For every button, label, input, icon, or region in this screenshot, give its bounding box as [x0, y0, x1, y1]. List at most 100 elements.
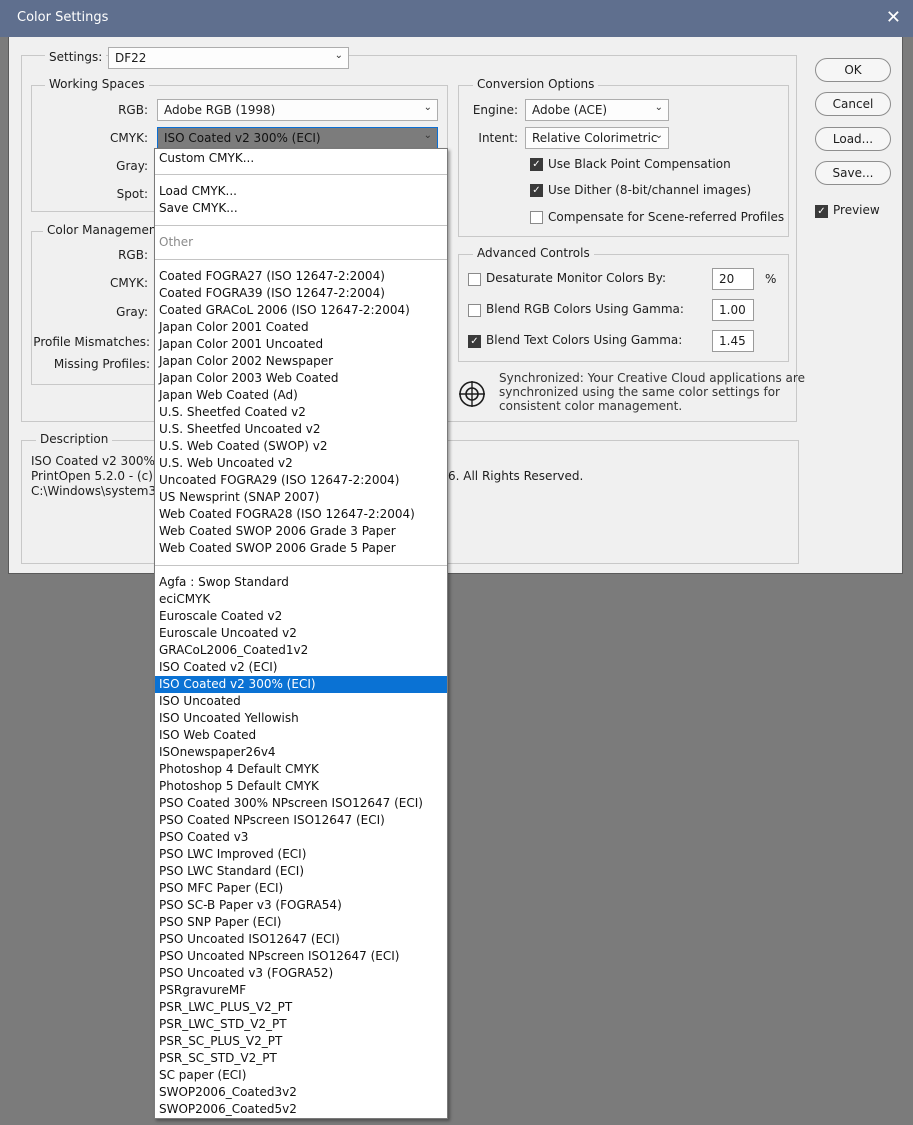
menu-item-custom[interactable]: PSR_LWC_STD_V2_PT	[155, 1016, 447, 1033]
menu-item-custom-cmyk[interactable]: Custom CMYK...	[155, 150, 447, 167]
ws-cmyk-dropdown[interactable]: ISO Coated v2 300% (ECI) ⌄	[157, 127, 438, 149]
black-point-checkbox[interactable]: ✓	[530, 158, 543, 171]
menu-item-standard[interactable]: US Newsprint (SNAP 2007)	[155, 489, 447, 506]
scene-referred-checkbox[interactable]	[530, 211, 543, 224]
menu-item-standard[interactable]: Japan Color 2001 Uncoated	[155, 336, 447, 353]
intent-dropdown[interactable]: Relative Colorimetric ⌄	[525, 127, 669, 149]
menu-item-standard[interactable]: Web Coated SWOP 2006 Grade 5 Paper	[155, 540, 447, 557]
ws-rgb-dropdown[interactable]: Adobe RGB (1998) ⌄	[157, 99, 438, 121]
menu-item-custom[interactable]: ISO Uncoated	[155, 693, 447, 710]
menu-item-custom[interactable]: PSO Uncoated v3 (FOGRA52)	[155, 965, 447, 982]
blend-text-checkbox[interactable]: ✓	[468, 335, 481, 348]
menu-item-custom[interactable]: SC paper (ECI)	[155, 1067, 447, 1084]
black-point-label: Use Black Point Compensation	[548, 157, 731, 171]
menu-item-custom[interactable]: PSR_SC_STD_V2_PT	[155, 1050, 447, 1067]
menu-item-standard[interactable]: Japan Color 2001 Coated	[155, 319, 447, 336]
menu-item-load-cmyk[interactable]: Load CMYK...	[155, 183, 447, 200]
percent-unit: %	[765, 272, 777, 286]
scene-referred-label: Compensate for Scene-referred Profiles	[548, 210, 785, 224]
ws-cmyk-value: ISO Coated v2 300% (ECI)	[164, 131, 321, 145]
ws-gray-label: Gray:	[116, 159, 148, 173]
menu-item-standard[interactable]: Web Coated SWOP 2006 Grade 3 Paper	[155, 523, 447, 540]
menu-item-save-cmyk[interactable]: Save CMYK...	[155, 200, 447, 217]
menu-item-standard[interactable]: Coated FOGRA27 (ISO 12647-2:2004)	[155, 268, 447, 285]
menu-item-custom[interactable]: Agfa : Swop Standard	[155, 574, 447, 591]
menu-item-standard[interactable]: U.S. Sheetfed Uncoated v2	[155, 421, 447, 438]
ok-button[interactable]: OK	[815, 58, 891, 82]
engine-value: Adobe (ACE)	[532, 103, 608, 117]
desaturate-input[interactable]: 20	[712, 268, 754, 290]
menu-item-custom[interactable]: PSO MFC Paper (ECI)	[155, 880, 447, 897]
ws-spot-label: Spot:	[116, 187, 148, 201]
desaturate-label: Desaturate Monitor Colors By:	[486, 271, 667, 285]
blend-text-label: Blend Text Colors Using Gamma:	[486, 333, 683, 347]
menu-item-custom[interactable]: PSRgravureMF	[155, 982, 447, 999]
menu-item-custom[interactable]: ISO Web Coated	[155, 727, 447, 744]
ws-rgb-label: RGB:	[118, 103, 148, 117]
chevron-down-icon: ⌄	[654, 130, 663, 141]
menu-item-custom[interactable]: PSO LWC Improved (ECI)	[155, 846, 447, 863]
menu-item-standard[interactable]: Japan Web Coated (Ad)	[155, 387, 447, 404]
menu-item-standard[interactable]: Japan Color 2003 Web Coated	[155, 370, 447, 387]
menu-item-custom[interactable]: PSO Coated v3	[155, 829, 447, 846]
menu-item-custom[interactable]: ISO Uncoated Yellowish	[155, 710, 447, 727]
menu-item-standard[interactable]: Coated FOGRA39 (ISO 12647-2:2004)	[155, 285, 447, 302]
menu-item-custom[interactable]: eciCMYK	[155, 591, 447, 608]
missing-profiles-label: Missing Profiles:	[53, 357, 150, 371]
cm-cmyk-label: CMYK:	[110, 276, 148, 290]
sync-icon	[458, 380, 486, 411]
menu-item-custom[interactable]: PSO Uncoated NPscreen ISO12647 (ECI)	[155, 948, 447, 965]
menu-item-custom[interactable]: PSO LWC Standard (ECI)	[155, 863, 447, 880]
dither-checkbox[interactable]: ✓	[530, 184, 543, 197]
menu-item-custom[interactable]: ISO Coated v2 300% (ECI)	[155, 676, 447, 693]
menu-item-custom[interactable]: ISOnewspaper26v4	[155, 744, 447, 761]
desaturate-checkbox[interactable]	[468, 273, 481, 286]
ws-cmyk-label: CMYK:	[110, 131, 148, 145]
description-line-2-tail: 6. All Rights Reserved.	[448, 469, 584, 483]
menu-item-custom[interactable]: PSO SC-B Paper v3 (FOGRA54)	[155, 897, 447, 914]
menu-item-custom[interactable]: GRACoL2006_Coated1v2	[155, 642, 447, 659]
menu-item-custom[interactable]: PSR_LWC_PLUS_V2_PT	[155, 999, 447, 1016]
menu-item-custom[interactable]: Euroscale Coated v2	[155, 608, 447, 625]
menu-item-custom[interactable]: Photoshop 5 Default CMYK	[155, 778, 447, 795]
menu-item-custom[interactable]: Euroscale Uncoated v2	[155, 625, 447, 642]
menu-item-standard[interactable]: Japan Color 2002 Newspaper	[155, 353, 447, 370]
engine-dropdown[interactable]: Adobe (ACE) ⌄	[525, 99, 669, 121]
menu-item-standard[interactable]: Coated GRACoL 2006 (ISO 12647-2:2004)	[155, 302, 447, 319]
menu-separator	[155, 225, 447, 226]
description-line-3: C:\Windows\system32	[31, 484, 164, 498]
menu-item-standard[interactable]: U.S. Sheetfed Coated v2	[155, 404, 447, 421]
conversion-options-title: Conversion Options	[473, 77, 599, 91]
save-button[interactable]: Save...	[815, 161, 891, 185]
settings-value: DF22	[115, 51, 147, 65]
intent-value: Relative Colorimetric	[532, 131, 658, 145]
chevron-down-icon: ⌄	[423, 130, 432, 141]
menu-item-custom[interactable]: Photoshop 4 Default CMYK	[155, 761, 447, 778]
menu-item-standard[interactable]: U.S. Web Uncoated v2	[155, 455, 447, 472]
preview-checkbox[interactable]: ✓	[815, 205, 828, 218]
menu-item-custom[interactable]: PSO SNP Paper (ECI)	[155, 914, 447, 931]
blend-text-input[interactable]: 1.45	[712, 330, 754, 352]
menu-item-custom[interactable]: PSO Coated NPscreen ISO12647 (ECI)	[155, 812, 447, 829]
menu-item-standard[interactable]: Uncoated FOGRA29 (ISO 12647-2:2004)	[155, 472, 447, 489]
load-button[interactable]: Load...	[815, 127, 891, 151]
menu-item-custom[interactable]: ISO Coated v2 (ECI)	[155, 659, 447, 676]
sync-line-2: synchronized using the same color settin…	[499, 385, 780, 399]
menu-item-custom[interactable]: PSO Coated 300% NPscreen ISO12647 (ECI)	[155, 795, 447, 812]
settings-dropdown[interactable]: DF22 ⌄	[108, 47, 349, 69]
blend-rgb-checkbox[interactable]	[468, 304, 481, 317]
close-icon[interactable]: ✕	[886, 7, 901, 28]
menu-item-custom[interactable]: PSR_SC_PLUS_V2_PT	[155, 1033, 447, 1050]
menu-item-custom[interactable]: PSO Uncoated ISO12647 (ECI)	[155, 931, 447, 948]
menu-item-custom[interactable]: SWOP2006_Coated5v2	[155, 1101, 447, 1118]
description-title: Description	[36, 432, 113, 446]
menu-item-custom[interactable]: SWOP2006_Coated3v2	[155, 1084, 447, 1101]
ws-rgb-value: Adobe RGB (1998)	[164, 103, 276, 117]
window-title: Color Settings	[17, 10, 109, 25]
advanced-controls-title: Advanced Controls	[473, 246, 594, 260]
blend-rgb-input[interactable]: 1.00	[712, 299, 754, 321]
menu-item-standard[interactable]: U.S. Web Coated (SWOP) v2	[155, 438, 447, 455]
menu-item-standard[interactable]: Web Coated FOGRA28 (ISO 12647-2:2004)	[155, 506, 447, 523]
cancel-button[interactable]: Cancel	[815, 92, 891, 116]
chevron-down-icon: ⌄	[334, 50, 343, 61]
